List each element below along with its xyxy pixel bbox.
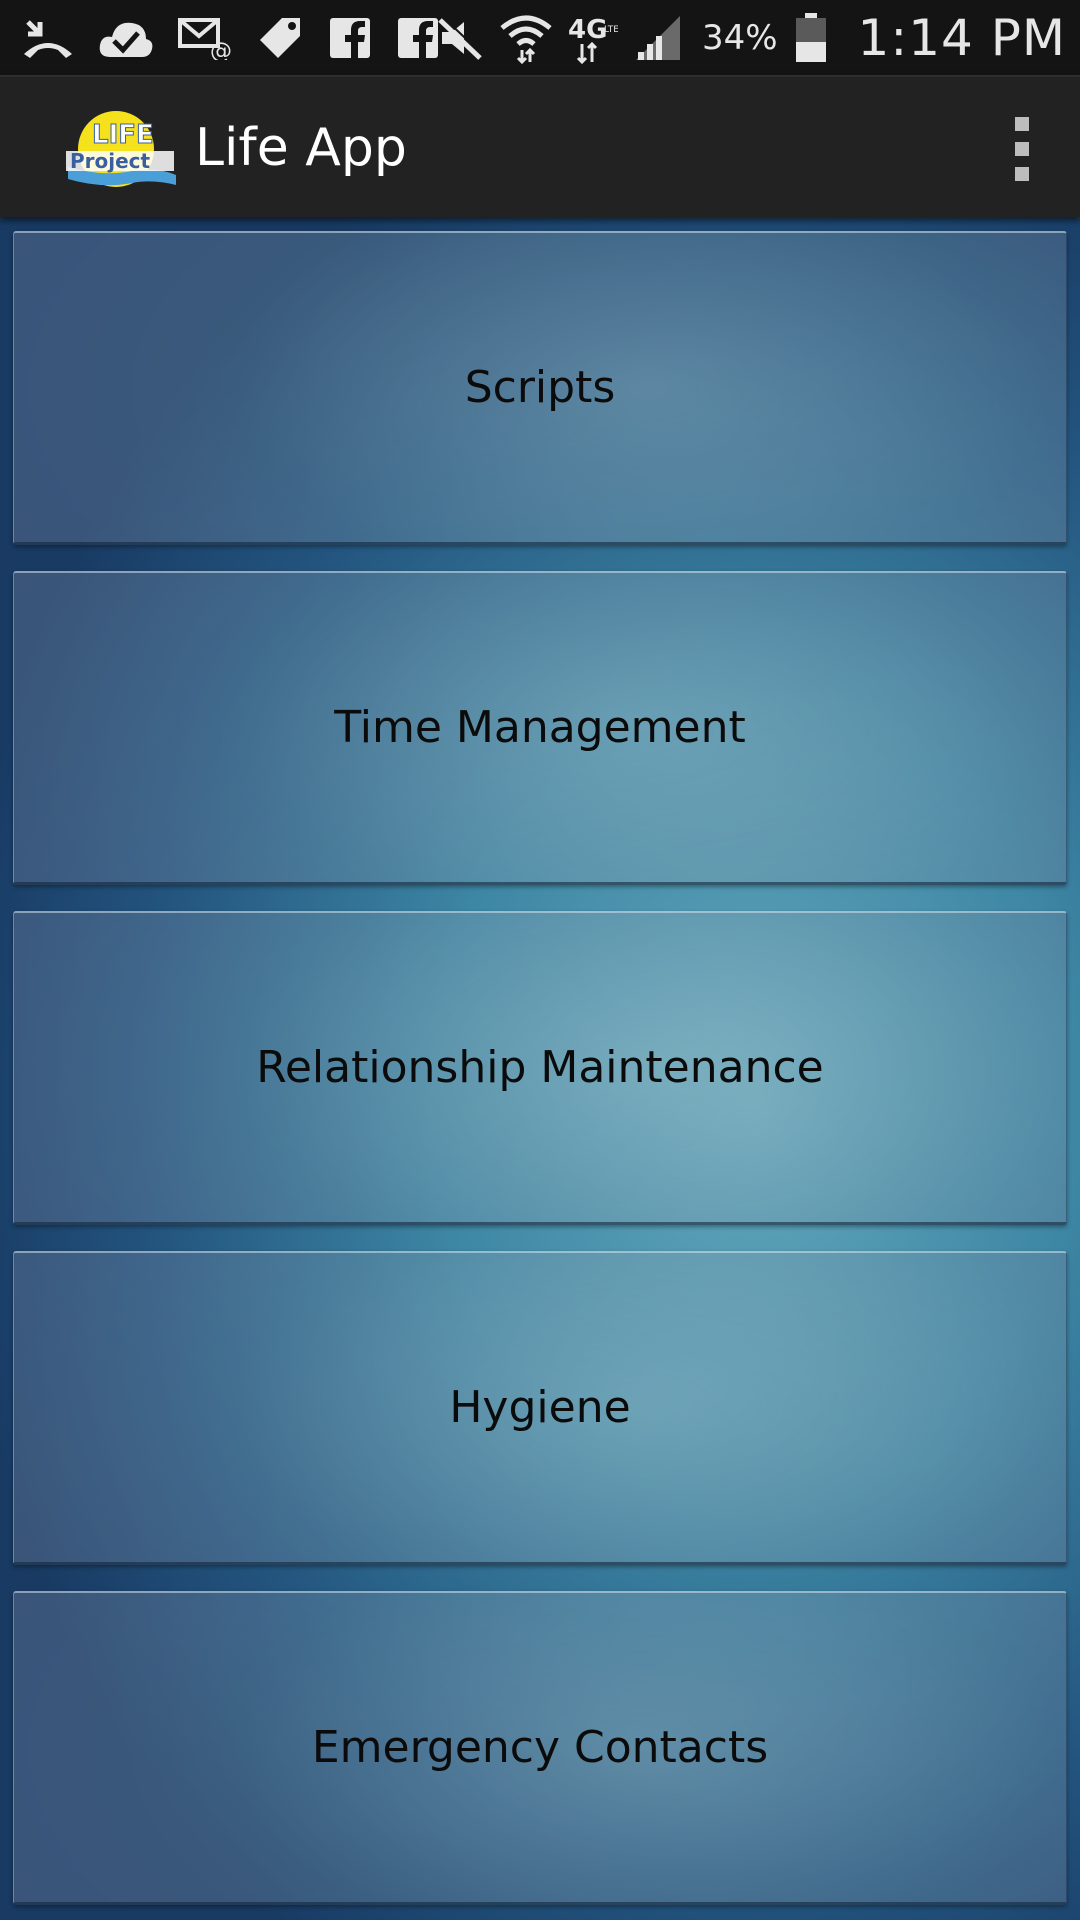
more-vertical-icon[interactable] [1002,117,1042,181]
action-bar: LIFE Project Life App [0,75,1080,217]
svg-text:@: @ [210,39,232,60]
scripts-button[interactable]: Scripts [13,231,1067,545]
battery-icon [794,12,828,64]
notification-icons: @ [22,0,440,75]
status-bar: @ 4G LTE 34% 1:14 PM [0,0,1080,75]
svg-text:4G: 4G [568,15,607,45]
menu-dot [1015,142,1029,156]
email-icon: @ [178,16,232,60]
svg-text:LTE: LTE [604,25,618,35]
cloud-check-icon [98,17,154,59]
facebook-icon [396,16,440,60]
menu-dot [1015,167,1029,181]
button-label: Hygiene [449,1382,631,1433]
battery-percentage: 34% [701,17,778,58]
emergency-contacts-button[interactable]: Emergency Contacts [13,1591,1067,1905]
hygiene-button[interactable]: Hygiene [13,1251,1067,1565]
main-menu: Scripts Time Management Relationship Mai… [0,217,1080,1920]
4g-lte-icon: 4G LTE [568,12,618,64]
life-project-logo: LIFE Project [62,105,178,193]
button-label: Relationship Maintenance [256,1042,824,1093]
system-icons: 4G LTE 34% 1:14 PM [436,0,1066,75]
button-label: Time Management [334,702,746,753]
missed-call-icon [22,16,74,60]
wifi-icon [500,12,552,64]
button-label: Scripts [464,362,616,413]
app-title: Life App [195,118,407,178]
menu-dot [1015,117,1029,131]
facebook-icon [328,16,372,60]
svg-text:LIFE: LIFE [92,120,154,150]
status-clock: 1:14 PM [857,8,1066,67]
time-management-button[interactable]: Time Management [13,571,1067,885]
svg-text:Project: Project [70,149,151,173]
tag-icon [256,14,304,62]
relationship-maintenance-button[interactable]: Relationship Maintenance [13,911,1067,1225]
signal-icon [634,14,682,62]
mute-icon [436,15,484,60]
button-label: Emergency Contacts [311,1722,769,1773]
